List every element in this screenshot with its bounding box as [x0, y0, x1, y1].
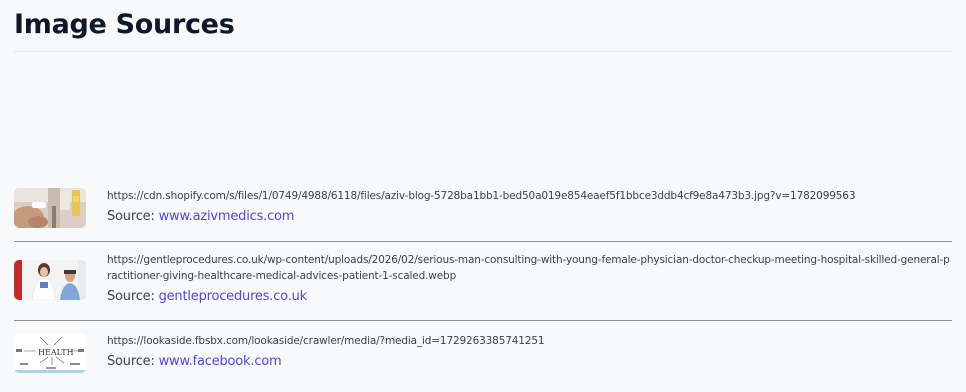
sources-list: https://cdn.shopify.com/s/files/1/0749/4…: [14, 180, 952, 381]
image-url[interactable]: https://gentleprocedures.co.uk/wp-conten…: [107, 252, 952, 284]
source-line: Source: gentleprocedures.co.uk: [107, 287, 952, 307]
image-url[interactable]: https://lookaside.fbsbx.com/lookaside/cr…: [107, 333, 952, 349]
source-label: Source:: [107, 209, 155, 224]
page-title: Image Sources: [14, 9, 235, 40]
list-item: https://gentleprocedures.co.uk/wp-conten…: [14, 242, 952, 321]
source-label: Source:: [107, 354, 155, 369]
clinic-photo-thumbnail[interactable]: [14, 188, 86, 228]
list-item: HEALTH https://lookaside.fbsbx.com/looka…: [14, 321, 952, 381]
image-url[interactable]: https://cdn.shopify.com/s/files/1/0749/4…: [107, 188, 952, 204]
source-line: Source: www.azivmedics.com: [107, 207, 952, 227]
source-link[interactable]: gentleprocedures.co.uk: [159, 289, 308, 304]
doctor-consultation-thumbnail[interactable]: [14, 260, 86, 300]
list-item: https://cdn.shopify.com/s/files/1/0749/4…: [14, 180, 952, 242]
source-label: Source:: [107, 289, 155, 304]
source-link[interactable]: www.azivmedics.com: [159, 209, 295, 224]
health-diagram-thumbnail[interactable]: HEALTH: [14, 333, 86, 373]
source-line: Source: www.facebook.com: [107, 352, 952, 372]
title-divider: [14, 51, 952, 52]
source-info: https://gentleprocedures.co.uk/wp-conten…: [107, 252, 952, 307]
source-link[interactable]: www.facebook.com: [159, 354, 282, 369]
image-sources-page: Image Sources https://cdn.shopify.com/s/…: [0, 0, 966, 392]
svg-text:HEALTH: HEALTH: [38, 348, 74, 357]
source-info: https://cdn.shopify.com/s/files/1/0749/4…: [107, 188, 952, 227]
source-info: https://lookaside.fbsbx.com/lookaside/cr…: [107, 333, 952, 372]
